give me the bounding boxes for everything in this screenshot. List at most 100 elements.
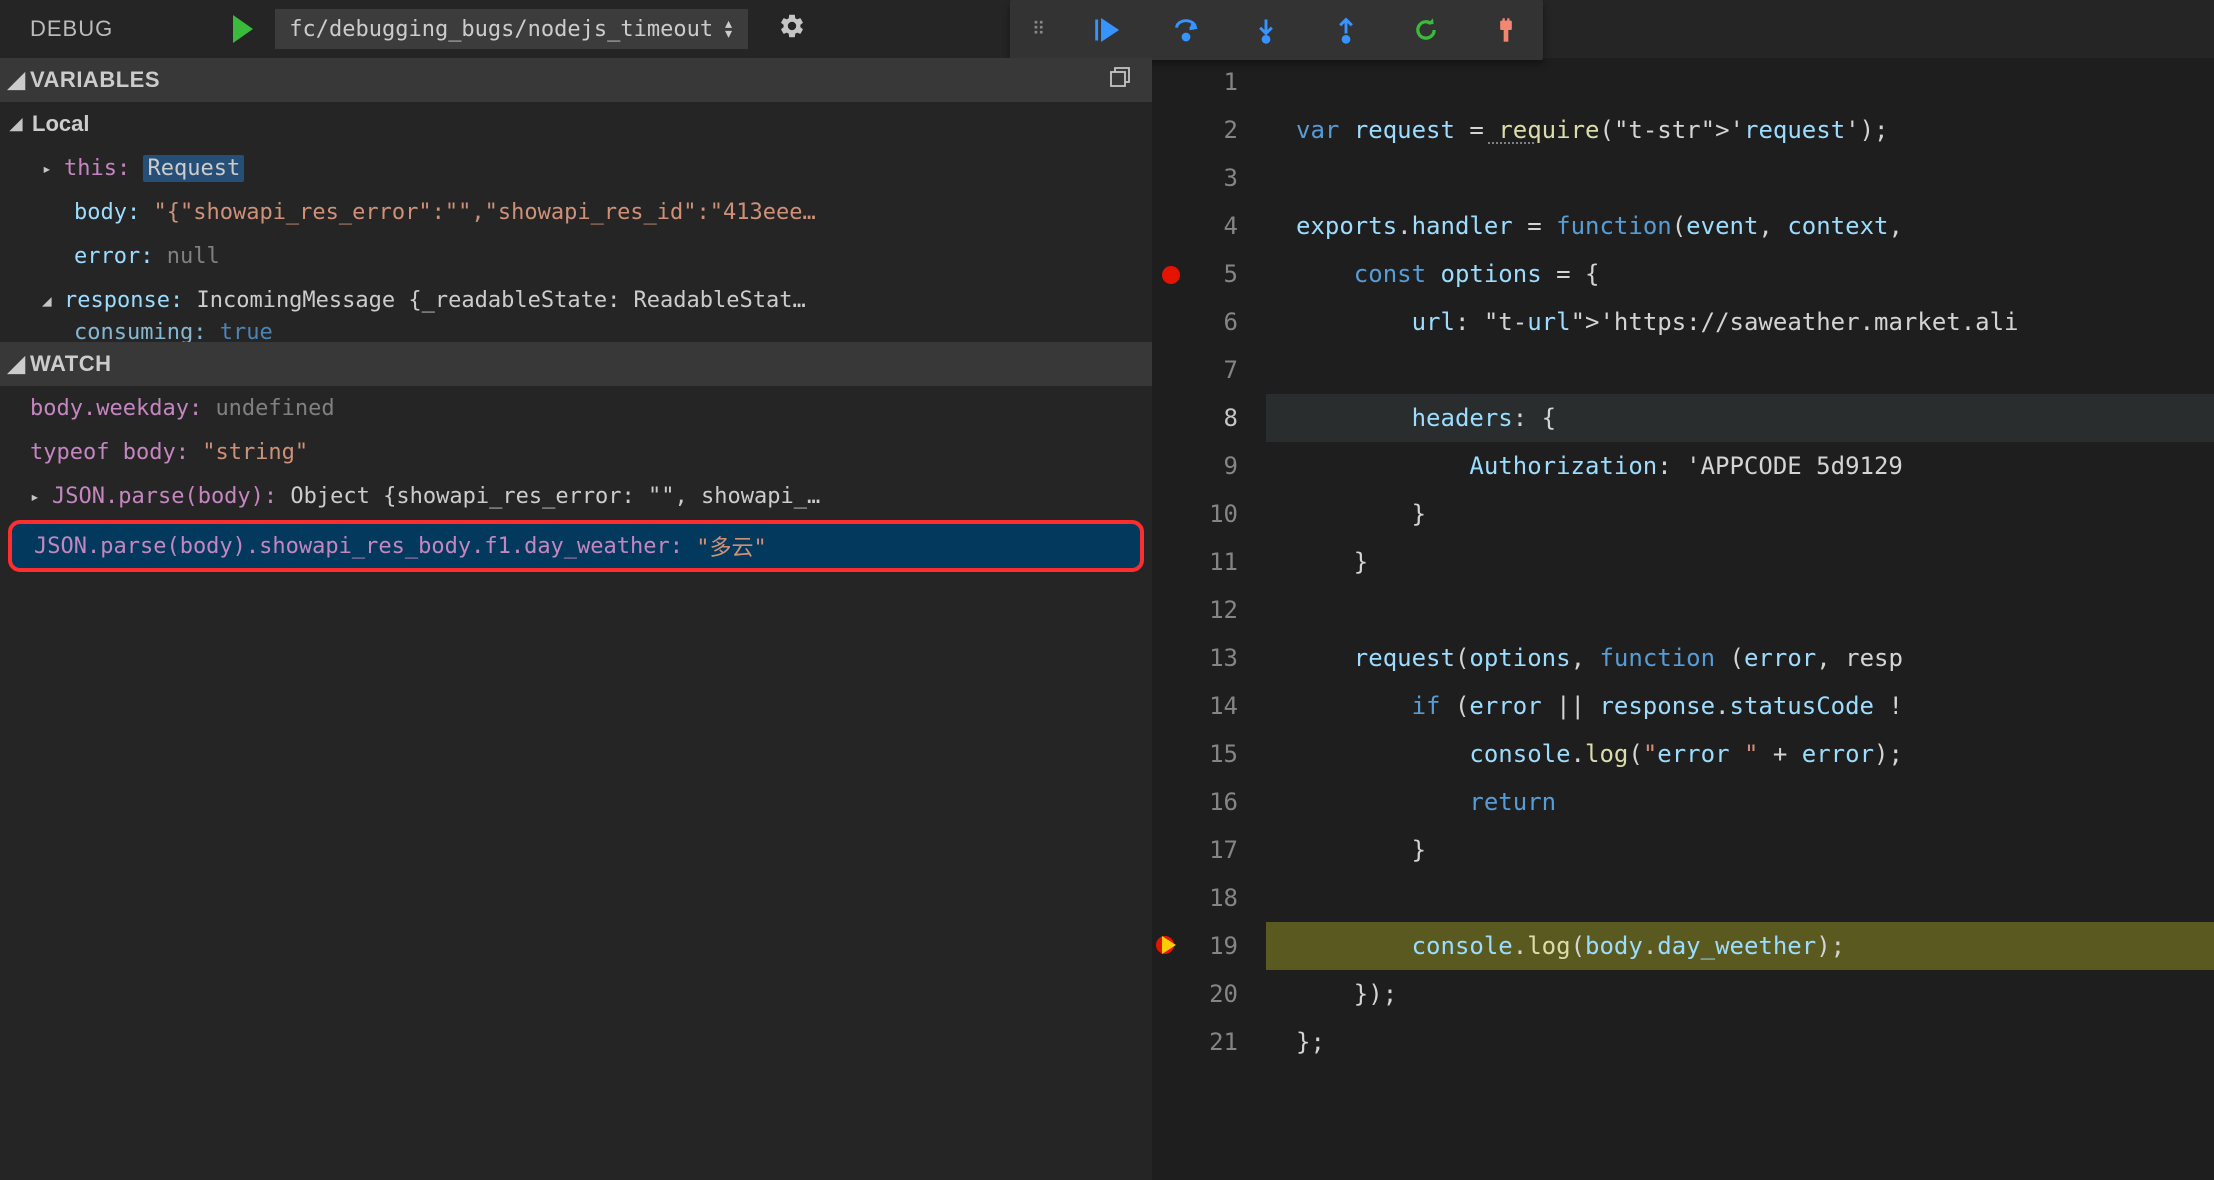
chevron-down-icon: ◢ <box>10 114 32 134</box>
collapse-all-icon[interactable] <box>1108 65 1132 95</box>
watch-section-header[interactable]: ◢ WATCH <box>0 342 1152 386</box>
line-number: 13 <box>1192 634 1238 682</box>
code-line[interactable]: headers: { <box>1266 394 2214 442</box>
variables-title: VARIABLES <box>30 67 160 93</box>
debug-title: DEBUG <box>30 16 113 42</box>
breakpoint-gutter[interactable] <box>1152 58 1192 1180</box>
watch-expression[interactable]: JSON.parse(body).showapi_res_body.f1.day… <box>8 520 1144 572</box>
var-value: true <box>220 322 273 342</box>
scope-label: Local <box>32 111 89 137</box>
debug-floating-toolbar: ⠿ <box>1010 0 1543 60</box>
line-number: 20 <box>1192 970 1238 1018</box>
line-number: 10 <box>1192 490 1238 538</box>
start-debug-button[interactable] <box>233 15 253 43</box>
chevron-down-icon: ◢ <box>8 67 30 93</box>
watch-title: WATCH <box>30 351 112 377</box>
code-editor[interactable]: 123456789101112131415161718192021 var re… <box>1152 58 2214 1180</box>
debug-config-select[interactable]: fc/debugging_bugs/nodejs_timeout ▴▾ <box>275 9 748 49</box>
var-consuming[interactable]: consuming: true <box>0 322 1152 342</box>
code-line[interactable] <box>1266 874 2214 922</box>
breakpoint-icon[interactable] <box>1162 266 1180 284</box>
code-line[interactable] <box>1266 346 2214 394</box>
step-into-button[interactable] <box>1251 16 1281 44</box>
gear-icon[interactable] <box>778 12 806 46</box>
chevron-right-icon: ▸ <box>30 487 52 506</box>
watch-expr: JSON.parse(body): <box>52 484 277 509</box>
watch-expression[interactable]: typeof body: "string" <box>0 430 1152 474</box>
var-key: consuming: <box>74 322 206 342</box>
select-updown-icon: ▴▾ <box>723 19 734 39</box>
chevron-down-icon: ◢ <box>42 291 64 310</box>
line-number: 21 <box>1192 1018 1238 1066</box>
code-line[interactable]: if (error || response.statusCode ! <box>1266 682 2214 730</box>
watch-expr: JSON.parse(body).showapi_res_body.f1.day… <box>34 534 683 559</box>
watch-value: "多云" <box>696 530 767 562</box>
var-key: body: <box>74 200 140 225</box>
code-line[interactable]: }); <box>1266 970 2214 1018</box>
line-number: 5 <box>1192 250 1238 298</box>
debug-topbar: DEBUG fc/debugging_bugs/nodejs_timeout ▴… <box>0 0 2214 58</box>
code-line[interactable]: } <box>1266 826 2214 874</box>
line-number: 11 <box>1192 538 1238 586</box>
line-number: 8 <box>1192 394 1238 442</box>
code-line[interactable] <box>1266 58 2214 106</box>
code-line[interactable]: }; <box>1266 1018 2214 1066</box>
code-line[interactable]: url: "t-url">'https://saweather.market.a… <box>1266 298 2214 346</box>
code-line[interactable] <box>1266 586 2214 634</box>
line-number: 1 <box>1192 58 1238 106</box>
var-key: response: <box>64 288 183 313</box>
continue-button[interactable] <box>1091 16 1121 44</box>
scope-local[interactable]: ◢ Local <box>0 102 1152 146</box>
debug-config-name: fc/debugging_bugs/nodejs_timeout <box>289 17 713 42</box>
code-line[interactable]: request(options, function (error, resp <box>1266 634 2214 682</box>
restart-button[interactable] <box>1411 16 1441 44</box>
watch-value: undefined <box>215 396 334 421</box>
line-number: 9 <box>1192 442 1238 490</box>
step-over-button[interactable] <box>1171 16 1201 44</box>
line-number: 6 <box>1192 298 1238 346</box>
line-number: 14 <box>1192 682 1238 730</box>
line-number: 18 <box>1192 874 1238 922</box>
code-line[interactable]: console.log("error " + error); <box>1266 730 2214 778</box>
var-key: this: <box>64 156 130 181</box>
debug-sidebar: ◢ VARIABLES ◢ Local ▸ this: Request body… <box>0 58 1152 1180</box>
code-line[interactable]: } <box>1266 490 2214 538</box>
var-this[interactable]: ▸ this: Request <box>0 146 1152 190</box>
line-number: 3 <box>1192 154 1238 202</box>
watch-expression[interactable]: ▸JSON.parse(body): Object {showapi_res_e… <box>0 474 1152 518</box>
line-number: 19 <box>1192 922 1238 970</box>
line-number-gutter: 123456789101112131415161718192021 <box>1192 58 1266 1180</box>
code-line[interactable]: Authorization: 'APPCODE 5d9129 <box>1266 442 2214 490</box>
code-line[interactable]: exports.handler = function(event, contex… <box>1266 202 2214 250</box>
chevron-right-icon: ▸ <box>42 159 64 178</box>
watch-value: "string" <box>202 440 308 465</box>
watch-expr: body.weekday: <box>30 396 202 421</box>
watch-expr: typeof body: <box>30 440 189 465</box>
code-line[interactable]: } <box>1266 538 2214 586</box>
line-number: 17 <box>1192 826 1238 874</box>
var-body[interactable]: body: "{"showapi_res_error":"","showapi_… <box>0 190 1152 234</box>
line-number: 2 <box>1192 106 1238 154</box>
var-response[interactable]: ◢ response: IncomingMessage {_readableSt… <box>0 278 1152 322</box>
variables-section-header[interactable]: ◢ VARIABLES <box>0 58 1152 102</box>
watch-value: Object {showapi_res_error: "", showapi_… <box>290 484 820 509</box>
var-error[interactable]: error: null <box>0 234 1152 278</box>
line-number: 7 <box>1192 346 1238 394</box>
main-area: ◢ VARIABLES ◢ Local ▸ this: Request body… <box>0 58 2214 1180</box>
line-number: 4 <box>1192 202 1238 250</box>
drag-handle-icon[interactable]: ⠿ <box>1032 26 1041 34</box>
variables-tree: ◢ Local ▸ this: Request body: "{"showapi… <box>0 102 1152 342</box>
code-line[interactable]: return <box>1266 778 2214 826</box>
chevron-down-icon: ◢ <box>8 351 30 377</box>
step-out-button[interactable] <box>1331 16 1361 44</box>
code-line[interactable]: const options = { <box>1266 250 2214 298</box>
var-value: "{"showapi_res_error":"","showapi_res_id… <box>153 200 815 225</box>
code-content[interactable]: var request = require("t-str">'request')… <box>1266 58 2214 1180</box>
disconnect-button[interactable] <box>1491 16 1521 44</box>
watch-expression[interactable]: body.weekday: undefined <box>0 386 1152 430</box>
line-number: 15 <box>1192 730 1238 778</box>
code-line[interactable]: console.log(body.day_weether); <box>1266 922 2214 970</box>
code-line[interactable] <box>1266 154 2214 202</box>
var-value: Request <box>143 155 244 182</box>
code-line[interactable]: var request = require("t-str">'request')… <box>1266 106 2214 154</box>
